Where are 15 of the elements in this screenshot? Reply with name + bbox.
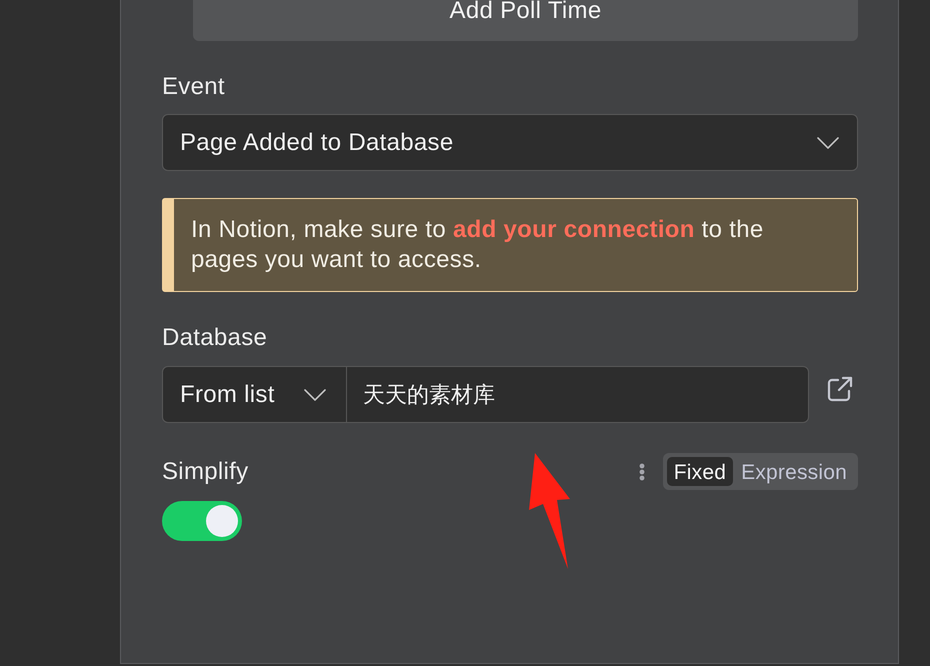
add-poll-time-button[interactable]: Add Poll Time bbox=[193, 0, 858, 41]
database-value[interactable]: 天天的素材库 bbox=[347, 367, 808, 422]
chevron-down-icon bbox=[817, 136, 839, 148]
mode-tab[interactable]: Expression bbox=[734, 457, 854, 486]
simplify-toggle-switch[interactable] bbox=[162, 501, 242, 541]
mode-dropdown[interactable]: From list bbox=[163, 367, 347, 422]
field-label: Simplify bbox=[162, 456, 248, 486]
mode-tab[interactable]: Fixed bbox=[666, 457, 734, 486]
external-link-icon[interactable] bbox=[827, 376, 853, 402]
chevron-down-icon bbox=[304, 388, 326, 400]
field-label: Event bbox=[162, 73, 225, 101]
more-options-icon[interactable] bbox=[638, 462, 645, 480]
event-dropdown[interactable]: Page Added to Database bbox=[162, 114, 858, 171]
field-label: Database bbox=[162, 324, 268, 352]
notice-text: In Notion, make sure to add your connection to the pages you want to access. bbox=[190, 215, 765, 275]
